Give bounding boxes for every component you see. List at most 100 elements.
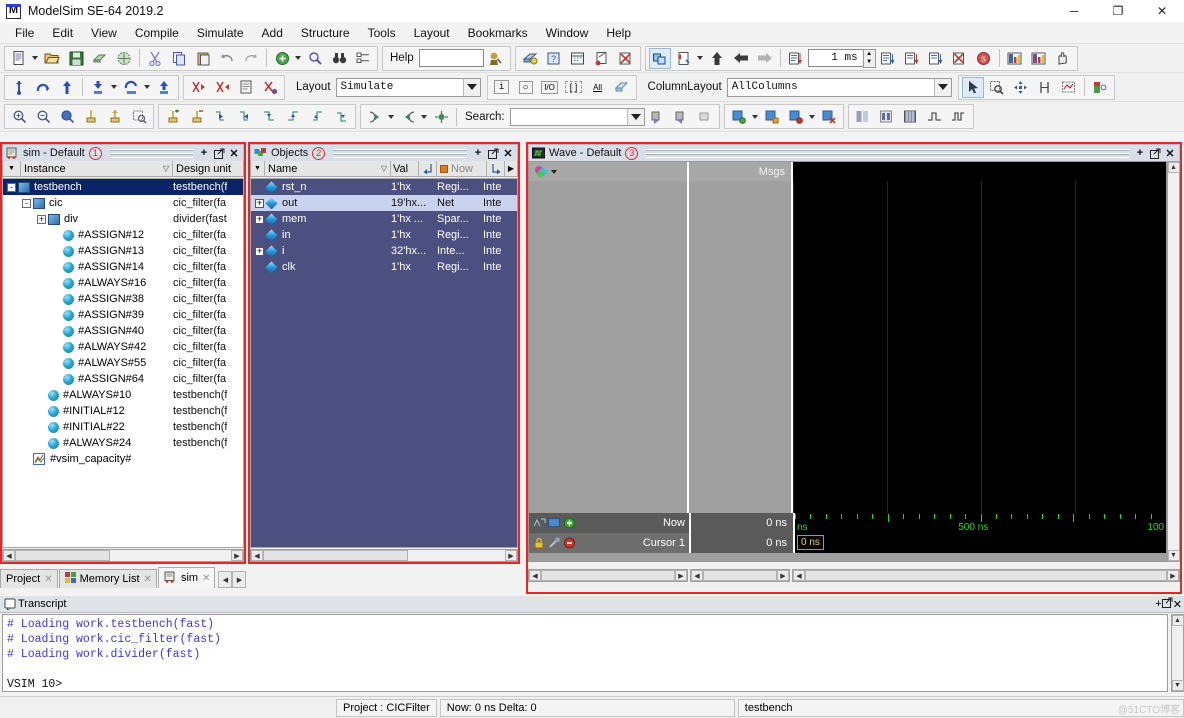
sim-hscrollbar[interactable]: ◀ ▶ [2, 549, 244, 562]
transcript-titlebar[interactable]: Transcript + ✕ [0, 596, 1184, 613]
chevron-down-icon[interactable] [462, 78, 480, 96]
paste-icon[interactable] [192, 48, 214, 69]
add-cursor-icon[interactable] [162, 106, 184, 127]
wave-panel-close-icon[interactable]: ✕ [1163, 146, 1177, 160]
wave-grid-icon[interactable] [900, 106, 922, 127]
table-row[interactable]: #ASSIGN#38 cic_filter(fa [3, 291, 243, 307]
sim-filter-icon[interactable]: ▼ [3, 160, 21, 177]
coverage-icon[interactable] [567, 48, 589, 69]
transcript-vscroll-down-icon[interactable]: ▼ [1171, 680, 1184, 691]
wave-values-hscroll-left-icon[interactable]: ◀ [691, 570, 703, 581]
zoom-out-icon[interactable] [32, 106, 54, 127]
filter-input-button[interactable]: i [491, 77, 513, 98]
compile-icon[interactable] [89, 48, 111, 69]
wave-loop-dropdown-icon[interactable] [144, 85, 150, 89]
tab-sim[interactable]: sim ✕ [157, 567, 216, 588]
run-all-icon[interactable] [785, 48, 807, 69]
wave-cursor-marker-area[interactable]: 0 ns [793, 533, 1166, 553]
transcript-undock-icon[interactable] [1161, 597, 1173, 611]
wave-canvas-hscrollbar[interactable]: ◀ ▶ [792, 569, 1180, 582]
simulation-control-icon[interactable] [648, 47, 671, 69]
list-item[interactable]: in 1'hx Regi... Inte [251, 227, 517, 243]
arrow-left-icon[interactable] [730, 48, 752, 69]
chevron-down-icon-2[interactable] [933, 78, 951, 96]
wave-pulse-icon[interactable] [948, 106, 970, 127]
wave-loop-icon[interactable] [32, 77, 54, 98]
menu-tools[interactable]: Tools [359, 24, 405, 42]
wave-vscroll-down-icon[interactable]: ▼ [1167, 550, 1180, 561]
table-row[interactable]: #ALWAYS#24 testbench(f [3, 435, 243, 451]
columnlayout-select[interactable]: AllColumns [726, 77, 952, 97]
menu-add[interactable]: Add [253, 24, 292, 42]
list-item[interactable]: clk 1'hx Regi... Inte [251, 259, 517, 275]
wave-now-icons[interactable] [533, 517, 576, 529]
tab-memory-list-close-icon[interactable]: ✕ [144, 574, 152, 585]
help-search-input[interactable] [418, 49, 484, 67]
wave-delete-icon[interactable] [259, 77, 281, 98]
optimize-icon[interactable] [591, 48, 613, 69]
object-expander-icon[interactable]: + [255, 246, 264, 256]
expand-right-icon[interactable] [397, 106, 419, 127]
wave-timeline-ticks-area[interactable]: ns 500 ns 100 [793, 513, 1166, 533]
table-row[interactable]: #vsim_capacity# [3, 451, 243, 467]
wave-step-icon[interactable] [924, 106, 946, 127]
run-continue-icon[interactable] [925, 48, 947, 69]
pan-move-icon[interactable] [1010, 77, 1032, 98]
wave-cursor-icons[interactable] [533, 537, 576, 549]
find-icon[interactable] [304, 48, 326, 69]
close-button[interactable]: ✕ [1140, 0, 1184, 22]
filter-output-button[interactable]: ○ [515, 77, 537, 98]
insert-up-icon[interactable] [56, 77, 78, 98]
table-row[interactable]: #ASSIGN#14 cic_filter(fa [3, 259, 243, 275]
table-row[interactable]: #ALWAYS#55 cic_filter(fa [3, 355, 243, 371]
wave-signal-names[interactable] [529, 181, 689, 513]
tab-nav-prev-icon[interactable]: ◀ [218, 571, 233, 588]
objects-next-value-icon[interactable] [487, 160, 505, 177]
break-icon[interactable] [949, 48, 971, 69]
objects-filter-icon[interactable]: ▼ [251, 160, 265, 177]
tab-project-close-icon[interactable]: ✕ [44, 574, 52, 585]
menu-help[interactable]: Help [597, 24, 640, 42]
wave-canvas-hscroll-thumb[interactable] [805, 570, 1167, 581]
find-prev-transition-icon[interactable] [210, 106, 232, 127]
memory-report-icon[interactable] [1028, 48, 1050, 69]
sim-panel-dock-add-icon[interactable]: + [197, 146, 211, 160]
table-row[interactable]: #ASSIGN#40 cic_filter(fa [3, 323, 243, 339]
wave-canvas-hscroll-right-icon[interactable]: ▶ [1167, 570, 1179, 581]
menu-view[interactable]: View [82, 24, 126, 42]
find-rising-edge-icon[interactable] [282, 106, 304, 127]
menu-layout[interactable]: Layout [405, 24, 459, 42]
wave-values-hscroll-right-icon[interactable]: ▶ [777, 570, 789, 581]
expand-left-icon[interactable] [364, 106, 386, 127]
objects-list[interactable]: rst_n 1'hx Regi... Inte + out 19'hx... Net Inte +… [250, 178, 518, 548]
search-input[interactable] [509, 107, 645, 126]
profile-report-icon[interactable] [1004, 48, 1026, 69]
zoom-in-icon[interactable] [8, 106, 30, 127]
table-row[interactable]: - cic cic_filter(fa [3, 195, 243, 211]
table-row[interactable]: #ALWAYS#10 testbench(f [3, 387, 243, 403]
wave-properties-icon[interactable] [235, 77, 257, 98]
find-edge-down-icon[interactable] [330, 106, 352, 127]
menu-structure[interactable]: Structure [292, 24, 359, 42]
wave-canvas[interactable] [793, 181, 1166, 513]
run-icon[interactable] [877, 48, 899, 69]
copy-icon[interactable] [168, 48, 190, 69]
wave-canvas-hscroll-left-icon[interactable]: ◀ [793, 570, 805, 581]
table-row[interactable]: #ASSIGN#13 cic_filter(fa [3, 243, 243, 259]
add-icon[interactable] [271, 48, 293, 69]
filter-internal-button[interactable]: [ ] [563, 77, 585, 98]
table-row[interactable]: #ASSIGN#39 cic_filter(fa [3, 307, 243, 323]
insert-down-icon[interactable] [87, 77, 109, 98]
wave-values-hscroll-thumb[interactable] [703, 570, 777, 581]
save-icon[interactable] [65, 48, 87, 69]
search-clear-icon[interactable] [694, 106, 716, 127]
new-file-icon[interactable] [8, 48, 30, 69]
search-next-icon[interactable] [670, 106, 692, 127]
wave-names-hscroll-left-icon[interactable]: ◀ [529, 570, 541, 581]
wave-radix-dropdown-icon[interactable] [551, 169, 557, 174]
find-next-transition-icon[interactable] [234, 106, 256, 127]
redo-icon[interactable] [240, 48, 262, 69]
run-time-stepper[interactable]: ▲ ▼ [862, 48, 876, 68]
search-dropdown-icon[interactable] [626, 108, 644, 125]
objects-col-now[interactable]: Now [437, 160, 487, 177]
